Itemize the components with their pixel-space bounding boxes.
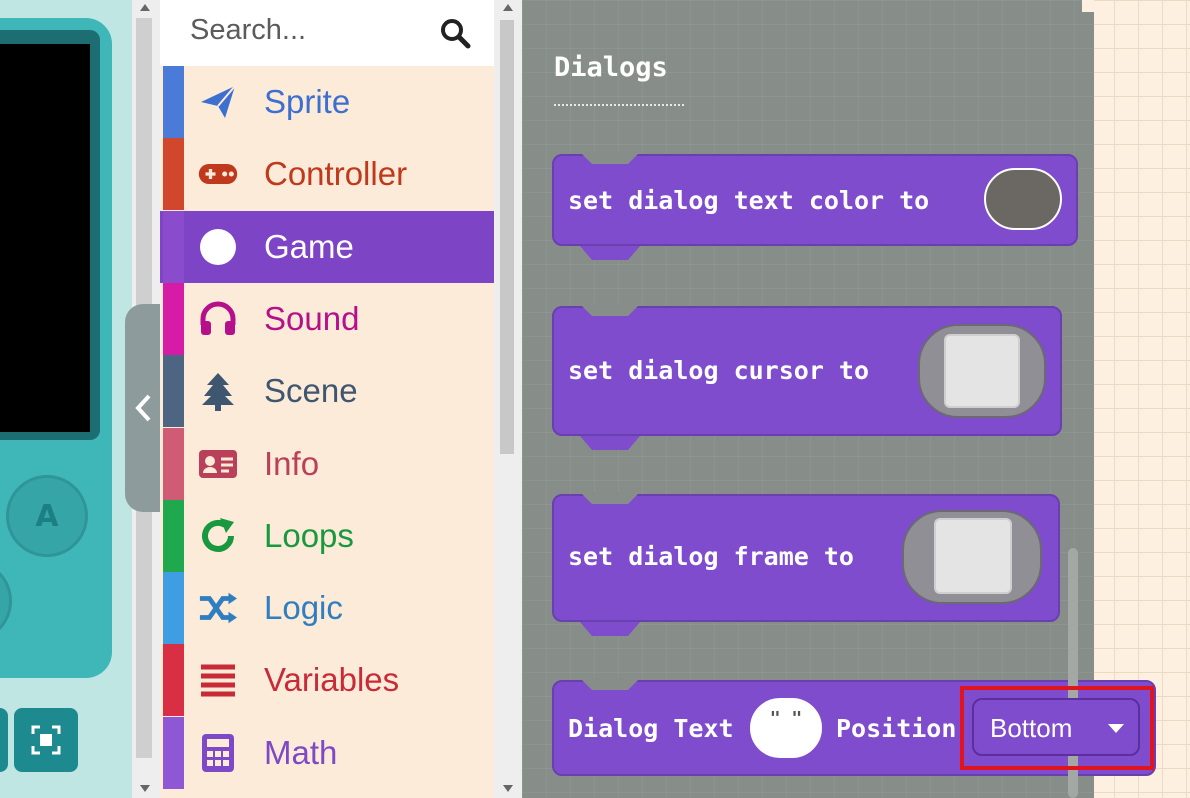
search-icon[interactable] (438, 16, 472, 50)
string-input-value: " " (769, 708, 803, 729)
string-input[interactable]: " " (750, 698, 822, 758)
category-color-stripe (163, 644, 184, 717)
category-color-stripe (163, 66, 184, 138)
button-a-label: A (35, 498, 59, 534)
category-color-stripe (163, 282, 184, 355)
toolbox-search[interactable]: Search... (160, 0, 494, 66)
tree-icon (198, 371, 238, 412)
block-label: set dialog frame to (568, 542, 854, 571)
block-tab (580, 436, 640, 450)
paper-plane-icon (198, 82, 238, 122)
image-swatch[interactable] (944, 334, 1020, 408)
button-a[interactable]: A (6, 475, 88, 557)
category-color-stripe (163, 427, 184, 500)
category-color-stripe (163, 499, 184, 572)
workspace[interactable] (1090, 0, 1190, 798)
flyout-corner (1082, 0, 1094, 12)
id-card-icon (198, 444, 238, 484)
block-label: set dialog cursor to (568, 356, 870, 385)
category-color-stripe (163, 716, 184, 789)
block-label: Position (836, 714, 957, 743)
category-color-stripe (163, 355, 184, 428)
category-label: Scene (264, 372, 358, 410)
category-color-stripe (163, 572, 184, 645)
toolbox-category-loops[interactable]: Loops (160, 499, 494, 572)
block-tab (580, 622, 640, 636)
category-label: Loops (264, 516, 354, 554)
toolbox: Search... Sprite Controller Game Sound Scene… (160, 0, 494, 798)
category-color-stripe (163, 138, 184, 211)
collapse-simulator-button[interactable] (125, 304, 163, 512)
toolbox-category-controller[interactable]: Controller (160, 138, 494, 211)
image-swatch[interactable] (934, 518, 1012, 594)
toolbox-category-scene[interactable]: Scene (160, 355, 494, 428)
toolbox-category-game[interactable]: Game (160, 210, 494, 283)
simulator-tool-button[interactable] (0, 708, 8, 772)
refresh-icon (198, 516, 238, 556)
category-label: Sound (264, 299, 360, 337)
fullscreen-icon (31, 725, 61, 755)
toolbox-category-variables[interactable]: Variables (160, 644, 494, 717)
toolbox-category-sound[interactable]: Sound (160, 282, 494, 355)
toolbox-category-math[interactable]: Math (160, 716, 494, 789)
scrollbar-thumb[interactable] (500, 20, 514, 454)
scroll-up-arrow-icon[interactable] (140, 4, 150, 11)
category-label: Variables (264, 661, 400, 699)
headphones-icon (198, 299, 238, 339)
gamepad-icon (198, 154, 238, 194)
color-swatch-oval[interactable] (984, 168, 1062, 230)
shuffle-icon (198, 588, 238, 628)
calculator-icon (198, 733, 238, 773)
scroll-down-arrow-icon[interactable] (140, 785, 150, 792)
circle-icon (198, 227, 238, 267)
simulator-panel: A (0, 0, 132, 798)
category-label: Logic (264, 589, 343, 627)
chevron-left-icon (135, 394, 151, 422)
fullscreen-button[interactable] (14, 708, 78, 772)
block-label: Dialog Text (568, 714, 734, 743)
toolbox-category-sprite[interactable]: Sprite (160, 66, 494, 138)
block-tab (580, 246, 640, 260)
category-color-stripe (163, 210, 184, 283)
game-screen[interactable] (0, 44, 90, 432)
highlight-box (960, 686, 1154, 770)
block-label: set dialog text color to (568, 186, 930, 215)
title-underline (554, 104, 684, 106)
toolbox-scrollbar[interactable] (494, 0, 522, 798)
scroll-down-arrow-icon[interactable] (503, 785, 513, 792)
search-input[interactable]: Search... (190, 14, 306, 47)
category-label: Controller (264, 155, 408, 193)
category-label: Math (264, 733, 338, 771)
toolbox-category-logic[interactable]: Logic (160, 572, 494, 645)
toolbox-category-info[interactable]: Info (160, 427, 494, 500)
blocks-flyout: Dialogs set dialog text color to set dia… (522, 0, 1156, 798)
scroll-up-arrow-icon[interactable] (503, 4, 513, 11)
list-icon (198, 660, 238, 700)
flyout-category-title: Dialogs (554, 52, 668, 83)
category-label: Info (264, 444, 320, 482)
category-label: Game (264, 227, 354, 265)
category-label: Sprite (264, 83, 351, 120)
